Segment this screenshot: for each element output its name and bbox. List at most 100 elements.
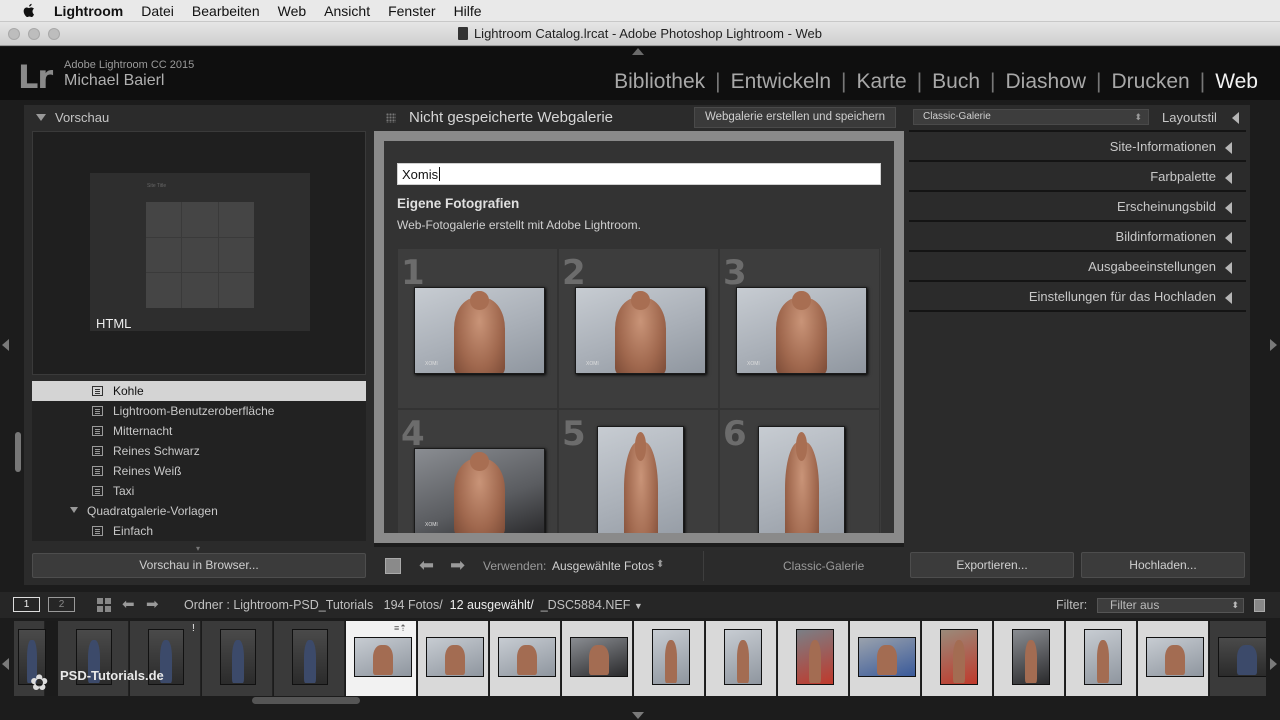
site-title-input[interactable]: Xomis [397, 163, 881, 185]
filmstrip-thumb[interactable] [418, 621, 489, 696]
module-web[interactable]: Web [1205, 70, 1268, 94]
stop-icon[interactable] [385, 558, 401, 574]
collapse-left-panel-icon[interactable] [2, 339, 9, 351]
module-entwickeln[interactable]: Entwickeln [721, 70, 841, 94]
section-upload-settings[interactable]: Einstellungen für das Hochladen [909, 282, 1246, 312]
filmstrip-thumb[interactable] [922, 621, 993, 696]
gallery-cell[interactable]: 4 XOMI [397, 409, 558, 533]
filter-select[interactable]: Filter aus ⬍ [1097, 598, 1244, 613]
updown-icon[interactable]: ⬍ [656, 559, 664, 570]
filmstrip-thumb[interactable] [1138, 621, 1209, 696]
filmstrip-scrollbar[interactable] [252, 697, 360, 704]
template-item-lightroom-ui[interactable]: Lightroom-Benutzeroberfläche [32, 401, 366, 421]
filmstrip-thumb[interactable] [778, 621, 849, 696]
menu-ansicht[interactable]: Ansicht [324, 3, 370, 19]
template-item-taxi[interactable]: Taxi [32, 481, 366, 501]
thumbnail-image [796, 629, 834, 685]
filmstrip-thumb[interactable] [634, 621, 705, 696]
gallery-cell[interactable]: 2 XOMI [558, 248, 719, 409]
menu-datei[interactable]: Datei [141, 3, 174, 19]
section-site-info[interactable]: Site-Informationen [909, 132, 1246, 162]
template-item-mitternacht[interactable]: Mitternacht [32, 421, 366, 441]
gallery-photo[interactable] [758, 426, 845, 533]
collection-description[interactable]: Web-Fotogalerie erstellt mit Adobe Light… [397, 218, 641, 232]
preview-in-browser-button[interactable]: Vorschau in Browser... [32, 553, 366, 578]
filmstrip-thumb[interactable] [850, 621, 921, 696]
template-item-reines-schwarz[interactable]: Reines Schwarz [32, 441, 366, 461]
filmstrip-thumb[interactable]: ! [130, 621, 201, 696]
filmstrip-thumb[interactable] [1210, 621, 1266, 696]
filter-lock-icon[interactable] [1254, 599, 1265, 612]
module-drucken[interactable]: Drucken [1102, 70, 1200, 94]
collapse-section-icon[interactable] [1232, 112, 1239, 124]
preview-panel-header[interactable]: Vorschau [24, 107, 374, 129]
gallery-cell[interactable]: 5 [558, 409, 719, 533]
gallery-photo[interactable] [597, 426, 684, 533]
next-arrow-icon[interactable]: ➡ [450, 555, 465, 576]
collapse-bottom-panel-icon[interactable] [632, 712, 644, 719]
zoom-window-button[interactable] [48, 28, 60, 40]
menu-fenster[interactable]: Fenster [388, 3, 435, 19]
section-color-palette[interactable]: Farbpalette [909, 162, 1246, 192]
close-window-button[interactable] [8, 28, 20, 40]
filmstrip-thumb[interactable] [1066, 621, 1137, 696]
left-panel-scrollbar[interactable] [15, 432, 21, 472]
gallery-cell[interactable]: 3 XOMI [719, 248, 880, 409]
collapse-top-panel-icon[interactable] [632, 48, 644, 55]
upload-button[interactable]: Hochladen... [1081, 552, 1245, 578]
layout-style-select[interactable]: Classic-Galerie ⬍ [913, 109, 1149, 125]
filmstrip-thumb-active[interactable]: ≡⇡ [346, 621, 417, 696]
menu-bearbeiten[interactable]: Bearbeiten [192, 3, 260, 19]
gallery-title: Nicht gespeicherte Webgalerie [409, 109, 614, 126]
export-button[interactable]: Exportieren... [910, 552, 1074, 578]
module-diashow[interactable]: Diashow [996, 70, 1097, 94]
module-buch[interactable]: Buch [922, 70, 990, 94]
menu-web[interactable]: Web [278, 3, 307, 19]
back-arrow-icon[interactable]: ⬅ [122, 595, 135, 613]
minimize-window-button[interactable] [28, 28, 40, 40]
grid-view-icon[interactable] [97, 598, 111, 612]
filmstrip-thumb[interactable] [202, 621, 273, 696]
section-output-settings[interactable]: Ausgabeeinstellungen [909, 252, 1246, 282]
collapse-right-panel-icon[interactable] [1270, 339, 1277, 351]
gallery-photo[interactable]: XOMI [736, 287, 867, 374]
second-screen-button[interactable]: 2 [48, 597, 75, 612]
main-screen-button[interactable]: 1 [13, 597, 40, 612]
filmstrip-thumb[interactable] [706, 621, 777, 696]
collapse-filmstrip-left-icon[interactable] [2, 658, 9, 670]
template-folder-quadratgalerie[interactable]: Quadratgalerie-Vorlagen [32, 501, 366, 521]
gallery-cell[interactable]: 6 [719, 409, 880, 533]
template-item-reines-weiss[interactable]: Reines Weiß [32, 461, 366, 481]
use-photos-select[interactable]: Ausgewählte Fotos [552, 559, 654, 573]
thumbnail-image [426, 637, 484, 677]
apple-icon[interactable] [20, 3, 38, 19]
filmstrip-thumb[interactable] [490, 621, 561, 696]
filmstrip-thumb[interactable] [562, 621, 633, 696]
thumbnail-image [858, 637, 916, 677]
gallery-photo[interactable]: XOMI [575, 287, 706, 374]
filmstrip-thumb[interactable] [994, 621, 1065, 696]
section-appearance[interactable]: Erscheinungsbild [909, 192, 1246, 222]
module-bibliothek[interactable]: Bibliothek [604, 70, 715, 94]
gallery-cell[interactable]: 1 XOMI [397, 248, 558, 409]
gallery-photo[interactable]: XOMI [414, 287, 545, 374]
collapse-section-icon [1225, 262, 1232, 274]
menu-hilfe[interactable]: Hilfe [454, 3, 482, 19]
create-saved-gallery-button[interactable]: Webgalerie erstellen und speichern [694, 107, 896, 128]
template-item-einfach[interactable]: Einfach [32, 521, 366, 541]
section-image-info[interactable]: Bildinformationen [909, 222, 1246, 252]
menu-lightroom[interactable]: Lightroom [54, 3, 123, 19]
forward-arrow-icon[interactable]: ➡ [146, 595, 159, 613]
gallery-photo[interactable]: XOMI [414, 448, 545, 533]
filmstrip-thumb[interactable] [274, 621, 345, 696]
template-item-kohle[interactable]: Kohle [32, 381, 366, 401]
module-karte[interactable]: Karte [846, 70, 916, 94]
collapse-filmstrip-right-icon[interactable] [1270, 658, 1277, 670]
section-label: Bildinformationen [1115, 229, 1216, 244]
filmstrip-thumb[interactable] [58, 621, 129, 696]
current-file: _DSC5884.NEF [540, 598, 631, 612]
previous-arrow-icon[interactable]: ⬅ [419, 555, 434, 576]
collection-title[interactable]: Eigene Fotografien [397, 196, 519, 211]
badge-icon: ≡⇡ [394, 623, 407, 633]
source-path[interactable]: Ordner : Lightroom-PSD_Tutorials 194 Fot… [184, 598, 643, 612]
